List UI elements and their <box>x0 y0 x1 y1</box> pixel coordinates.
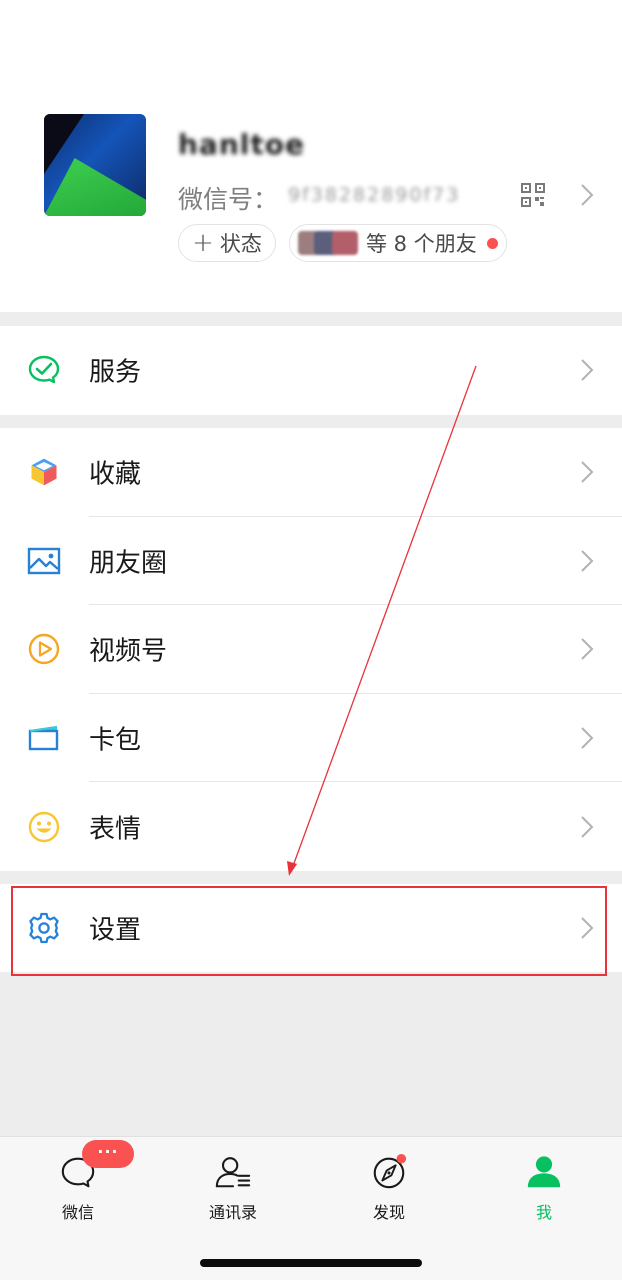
menu-item-moments[interactable]: 朋友圈 <box>0 517 622 606</box>
qr-code-icon[interactable] <box>521 183 545 207</box>
menu-item-label: 视频号 <box>89 636 168 667</box>
friends-status-button[interactable]: 等 8 个朋友 <box>289 224 507 262</box>
features-group: 收藏 朋友圈 视频号 卡包 表情 <box>0 428 622 871</box>
menu-item-label: 朋友圈 <box>89 548 168 579</box>
menu-item-channels[interactable]: 视频号 <box>0 605 622 694</box>
status-label: 状态 <box>219 232 262 256</box>
tab-label: 我 <box>535 1203 552 1222</box>
chevron-right-icon <box>581 359 594 382</box>
card-icon <box>26 720 62 756</box>
tab-me[interactable]: 我 <box>494 1153 594 1223</box>
chevron-right-icon <box>581 815 594 838</box>
picture-icon <box>26 543 62 579</box>
chevron-right-icon <box>581 638 594 661</box>
menu-item-label: 设置 <box>89 915 142 946</box>
tab-discover[interactable]: 发现 <box>339 1153 439 1223</box>
smiley-icon <box>26 809 62 845</box>
wechat-pay-icon <box>26 352 62 388</box>
menu-item-label: 服务 <box>89 357 142 388</box>
gear-icon <box>26 910 62 946</box>
chevron-right-icon <box>581 917 594 939</box>
compass-icon <box>373 1153 407 1189</box>
menu-item-label: 收藏 <box>89 459 142 490</box>
menu-item-settings[interactable]: 设置 <box>0 884 622 972</box>
nickname: hanltoe <box>178 128 305 161</box>
menu-item-label: 卡包 <box>89 725 142 756</box>
friend-avatars <box>298 231 360 255</box>
menu-item-stickers[interactable]: 表情 <box>0 782 622 871</box>
tab-contacts[interactable]: 通讯录 <box>183 1153 283 1223</box>
chevron-right-icon <box>581 461 594 484</box>
profile-chevron-icon[interactable] <box>580 182 594 208</box>
home-indicator[interactable] <box>200 1259 422 1267</box>
settings-group: 设置 <box>0 884 622 972</box>
chevron-right-icon <box>581 727 594 749</box>
unread-badge: ··· <box>82 1140 134 1168</box>
service-group: 服务 <box>0 326 622 415</box>
play-circle-icon <box>26 631 62 667</box>
menu-item-service[interactable]: 服务 <box>0 326 622 415</box>
avatar[interactable] <box>44 114 146 216</box>
wechat-id-value: 9f38282890f73 <box>288 184 461 206</box>
unread-dot <box>486 237 498 249</box>
friends-status-text: 等 8 个朋友 <box>366 232 477 256</box>
tab-label: 发现 <box>372 1203 405 1222</box>
wechat-id-label: 微信号： <box>178 185 279 214</box>
contacts-icon <box>215 1157 251 1188</box>
tab-label: 通讯录 <box>208 1203 257 1222</box>
profile-header[interactable]: hanltoe 微信号： 9f38282890f73 + 状态 等 8 个朋友 <box>0 0 622 312</box>
add-status-button[interactable]: + 状态 <box>178 224 276 262</box>
tab-label: 微信 <box>61 1203 94 1222</box>
cube-icon <box>26 454 62 490</box>
chevron-right-icon <box>581 550 594 572</box>
menu-item-label: 表情 <box>89 814 142 845</box>
menu-item-wallet[interactable]: 卡包 <box>0 694 622 783</box>
menu-item-favorites[interactable]: 收藏 <box>0 428 622 517</box>
plus-icon: + <box>192 228 214 258</box>
friend-avatar <box>332 231 358 255</box>
person-icon <box>527 1156 561 1188</box>
